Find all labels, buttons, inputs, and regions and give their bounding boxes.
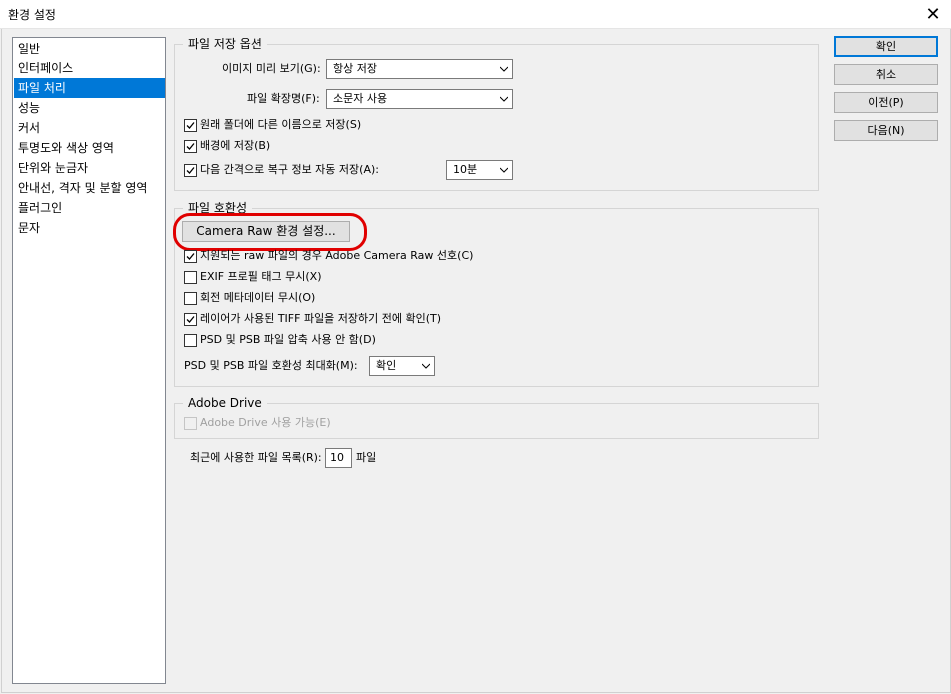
recent-files-unit: 파일 (356, 451, 377, 464)
ok-button[interactable]: 확인 (834, 36, 938, 57)
highlight-annotation (173, 213, 367, 251)
chevron-down-icon (500, 66, 508, 72)
close-icon: ✕ (925, 3, 941, 25)
enable-adobe-drive-label: Adobe Drive 사용 가능(E) (200, 416, 331, 429)
recent-files-input[interactable]: 10 (325, 448, 352, 468)
image-preview-label: 이미지 미리 보기(G): (222, 62, 321, 75)
ask-layered-tiff-label[interactable]: 레이어가 사용된 TIFF 파일을 저장하기 전에 확인(T) (200, 311, 441, 327)
ignore-exif-label[interactable]: EXIF 프로필 태그 무시(X) (200, 269, 322, 285)
checkmark-icon (186, 143, 195, 150)
chevron-down-icon (500, 167, 508, 173)
checkmark-icon (186, 253, 195, 260)
maximize-compatibility-label: PSD 및 PSB 파일 호환성 최대화(M): (184, 359, 358, 372)
select-value: 10분 (453, 163, 478, 176)
auto-save-checkbox[interactable] (184, 164, 197, 177)
select-value: 항상 저장 (333, 62, 377, 75)
category-list[interactable]: 일반 인터페이스 파일 처리 성능 커서 투명도와 색상 영역 단위와 눈금자 … (12, 37, 166, 684)
auto-save-label[interactable]: 다음 간격으로 복구 정보 자동 저장(A): (200, 162, 379, 178)
save-original-folder-label[interactable]: 원래 폴더에 다른 이름으로 저장(S) (200, 117, 361, 133)
save-original-folder-checkbox[interactable] (184, 119, 197, 132)
window-title: 환경 설정 (8, 8, 56, 22)
title-bar: 환경 설정 ✕ (0, 0, 951, 29)
group-title: 파일 저장 옵션 (183, 36, 267, 52)
previous-button[interactable]: 이전(P) (834, 92, 938, 113)
ignore-rotation-checkbox[interactable] (184, 292, 197, 305)
sidebar-item-plugins[interactable]: 플러그인 (14, 198, 165, 218)
save-background-label[interactable]: 배경에 저장(B) (200, 138, 270, 154)
sidebar-item-type[interactable]: 문자 (14, 218, 165, 238)
maximize-compatibility-select[interactable]: 확인 (369, 356, 435, 376)
sidebar-item-guides-grid[interactable]: 안내선, 격자 및 분할 영역 (14, 178, 165, 198)
chevron-down-icon (500, 96, 508, 102)
select-value: 확인 (376, 359, 397, 372)
disable-compression-label[interactable]: PSD 및 PSB 파일 압축 사용 안 함(D) (200, 332, 376, 348)
disable-compression-checkbox[interactable] (184, 334, 197, 347)
sidebar-item-cursors[interactable]: 커서 (14, 118, 165, 138)
image-preview-select[interactable]: 항상 저장 (326, 59, 513, 79)
cancel-button[interactable]: 취소 (834, 64, 938, 85)
save-background-checkbox[interactable] (184, 140, 197, 153)
ask-layered-tiff-checkbox[interactable] (184, 313, 197, 326)
prefer-camera-raw-label[interactable]: 지원되는 raw 파일의 경우 Adobe Camera Raw 선호(C) (200, 248, 473, 264)
prefer-camera-raw-checkbox[interactable] (184, 250, 197, 263)
sidebar-item-file-handling[interactable]: 파일 처리 (14, 78, 165, 98)
checkmark-icon (186, 122, 195, 129)
checkmark-icon (186, 316, 195, 323)
sidebar-item-transparency[interactable]: 투명도와 색상 영역 (14, 138, 165, 158)
sidebar-item-interface[interactable]: 인터페이스 (14, 58, 165, 78)
file-extension-label: 파일 확장명(F): (247, 92, 320, 105)
auto-save-interval-select[interactable]: 10분 (446, 160, 513, 180)
sidebar-item-units-rulers[interactable]: 단위와 눈금자 (14, 158, 165, 178)
file-extension-select[interactable]: 소문자 사용 (326, 89, 513, 109)
group-title: Adobe Drive (183, 395, 267, 411)
checkmark-icon (186, 167, 195, 174)
ignore-exif-checkbox[interactable] (184, 271, 197, 284)
select-value: 소문자 사용 (333, 92, 388, 105)
next-button[interactable]: 다음(N) (834, 120, 938, 141)
recent-files-label: 최근에 사용한 파일 목록(R): (190, 451, 322, 464)
ignore-rotation-label[interactable]: 회전 메타데이터 무시(O) (200, 290, 315, 306)
chevron-down-icon (422, 363, 430, 369)
sidebar-item-performance[interactable]: 성능 (14, 98, 165, 118)
enable-adobe-drive-checkbox[interactable] (184, 417, 197, 430)
close-button[interactable]: ✕ (915, 0, 951, 28)
sidebar-item-general[interactable]: 일반 (14, 39, 165, 59)
